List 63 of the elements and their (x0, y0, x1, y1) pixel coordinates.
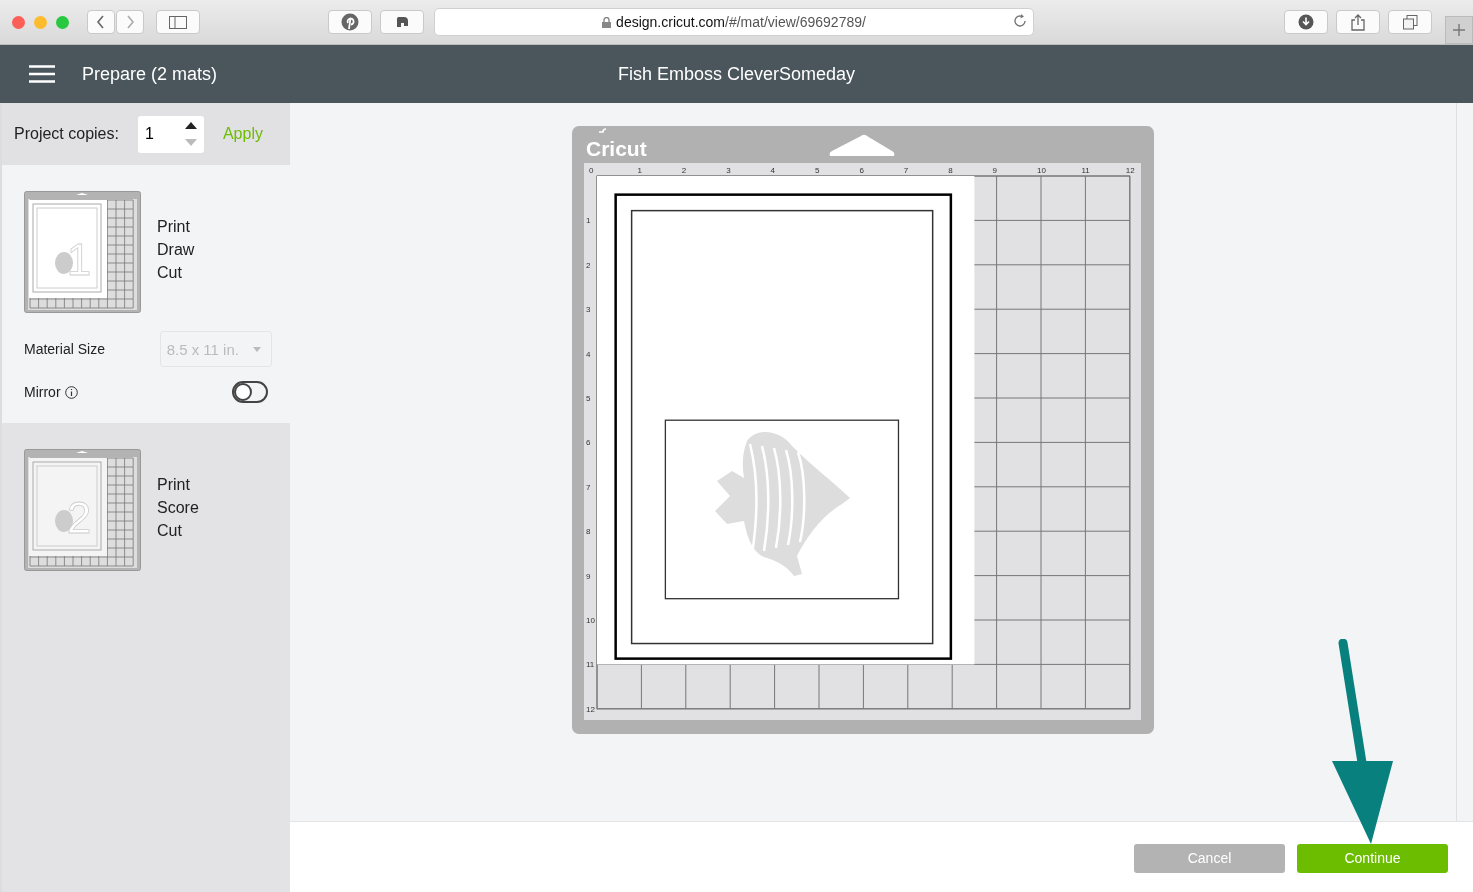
operation-label: Draw (157, 240, 195, 260)
ruler-label: 3 (726, 166, 731, 175)
lock-icon (602, 16, 612, 28)
ruler-label: 7 (903, 166, 909, 175)
address-bar[interactable]: design.cricut.com/#/mat/view/69692789/ (434, 8, 1034, 36)
mirror-label: Mirror (24, 384, 61, 400)
ruler-label: 2 (681, 166, 687, 175)
ruler-label: 12 (1125, 166, 1135, 175)
ruler-label: 6 (859, 166, 864, 175)
sidebar-icon (169, 15, 187, 29)
ruler-label: 1 (637, 166, 642, 175)
ruler-label: 9 (586, 571, 591, 581)
ruler-label: 5 (815, 166, 820, 175)
project-title: Fish Emboss CleverSomeday (617, 63, 856, 85)
mat-logo: Cricut (586, 137, 647, 160)
operation-label: Cut (157, 263, 183, 283)
operation-label: Print (157, 217, 191, 237)
ruler-label: 4 (586, 349, 591, 359)
material-size-label: Material Size (24, 341, 106, 357)
ruler-label: 7 (586, 482, 591, 492)
ruler-label: 6 (586, 438, 591, 448)
ruler-label: 12 (586, 704, 595, 714)
tabs-button[interactable] (1388, 10, 1432, 34)
page-title: Prepare (2 mats) (82, 63, 218, 85)
ruler-label: 3 (586, 305, 591, 315)
tabs-icon (1402, 14, 1418, 30)
stepper-icon[interactable] (184, 121, 197, 147)
pin-extension-button[interactable] (328, 10, 372, 34)
ruler-label: 8 (586, 527, 591, 537)
ruler-label: 5 (586, 394, 591, 403)
sidebar-toggle-button[interactable] (156, 10, 200, 34)
ruler-label: 11 (586, 660, 595, 670)
copies-field[interactable]: 1 (137, 115, 204, 153)
mat-notch (829, 134, 895, 156)
ruler-label: 1 (586, 216, 591, 226)
ruler-label: 9 (992, 166, 998, 175)
chevron-right-icon (125, 15, 135, 29)
operation-label: Print (157, 475, 191, 495)
ruler-label: 0 (589, 166, 594, 175)
caret-icon (253, 346, 261, 352)
share-button[interactable] (1336, 10, 1380, 34)
ruler-label: 8 (948, 166, 953, 175)
plus-icon (1453, 24, 1465, 36)
back-button[interactable] (87, 10, 115, 34)
download-icon (1298, 14, 1314, 30)
elephant-extension-button[interactable] (380, 10, 424, 34)
chevron-left-icon (96, 15, 106, 29)
info-icon[interactable] (64, 385, 78, 399)
ruler-label: 10 (586, 616, 595, 625)
ruler-label: 4 (770, 166, 776, 175)
ruler-label: 2 (586, 260, 591, 270)
operation-label: Score (157, 498, 199, 518)
copies-label: Project copies: (14, 125, 119, 143)
mirror-toggle[interactable] (232, 381, 268, 403)
reload-icon[interactable] (1013, 14, 1027, 28)
operation-label: Cut (157, 521, 183, 541)
elephant-icon (394, 14, 410, 30)
menu-icon[interactable] (29, 65, 55, 83)
download-button[interactable] (1284, 10, 1328, 34)
share-icon (1351, 13, 1365, 31)
ruler-label: 10 (1037, 166, 1046, 175)
pin-icon (341, 13, 359, 31)
ruler-label: 11 (1081, 166, 1090, 175)
